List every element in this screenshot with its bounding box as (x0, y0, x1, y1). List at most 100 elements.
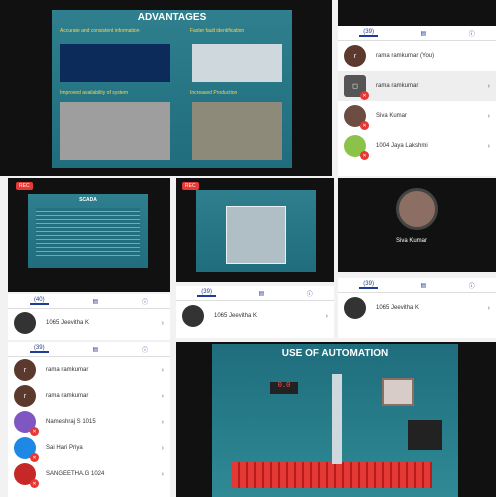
avatar: ✕ (344, 135, 369, 160)
info-icon[interactable]: ⓘ (142, 297, 148, 306)
slide-title: USE OF AUTOMATION (281, 348, 389, 359)
participant-name: Siva Kumar (396, 238, 428, 244)
list-item[interactable]: 1065 Jeevitha K › (338, 293, 496, 323)
slide-scada: SCADA (28, 194, 148, 268)
participant-name: SANGEETHA.G 1024 (46, 471, 105, 477)
participant-name: Nameshraj S 1015 (46, 419, 96, 425)
avatar: ✕ (344, 105, 369, 130)
chevron-right-icon[interactable]: › (488, 305, 490, 312)
slide-text: Accurate and consistent information (60, 28, 140, 34)
chevron-right-icon[interactable]: › (488, 143, 490, 150)
participant-name: Sai Hari Priya (46, 445, 83, 451)
panel-tabs: (40) ▤ ⓘ (8, 294, 170, 309)
list-item[interactable]: ✕ Nameshraj S 1015 › (8, 409, 170, 436)
panel-tabs: (39) ▤ ⓘ (338, 278, 496, 293)
chevron-right-icon[interactable]: › (162, 471, 164, 478)
chevron-right-icon[interactable]: › (162, 367, 164, 374)
mic-off-icon: ✕ (30, 479, 39, 488)
avatar (396, 188, 438, 230)
participant-panel-mid: (39) ▤ ⓘ 1065 Jeevitha K › (176, 286, 334, 338)
avatar: ✕ (14, 411, 39, 436)
level-gauges (408, 420, 442, 450)
fan-box (382, 378, 414, 406)
participant-name: rama ramkumar (You) (376, 53, 435, 59)
list-item[interactable]: r rama ramkumar (You) (338, 41, 496, 71)
avatar (344, 297, 366, 319)
slide-image (192, 102, 282, 160)
chevron-right-icon[interactable]: › (488, 83, 490, 90)
slide-advantages: ADVANTAGES Accurate and consistent infor… (52, 10, 292, 168)
video-tile: Siva Kumar (338, 178, 496, 272)
info-icon[interactable]: ⓘ (307, 289, 313, 298)
slide-text: Increased Production (190, 90, 238, 96)
participant-name: 1065 Jeevitha K (46, 320, 90, 326)
display-panel: 0.0 (270, 382, 298, 394)
participant-panel-bottom: (39) ▤ ⓘ r rama ramkumar › r rama ramkum… (8, 342, 170, 497)
list-item[interactable]: ✕ Siva Kumar › (338, 101, 496, 131)
chevron-right-icon[interactable]: › (162, 419, 164, 426)
avatar (182, 305, 204, 327)
list-item[interactable]: ✕ Sai Hari Priya › (8, 435, 170, 462)
chat-icon[interactable]: ▤ (92, 298, 98, 305)
chevron-right-icon[interactable]: › (488, 113, 490, 120)
participant-name: Siva Kumar (376, 113, 408, 119)
panel-top-bar (338, 0, 496, 26)
avatar: r (14, 385, 36, 407)
machine-tower (332, 374, 342, 464)
tab-participants[interactable]: (39) (197, 289, 216, 297)
chevron-right-icon[interactable]: › (162, 445, 164, 452)
chevron-right-icon[interactable]: › (162, 320, 164, 327)
slide-image (60, 102, 170, 160)
slide-image (60, 44, 170, 82)
participant-name: rama ramkumar (376, 83, 419, 89)
avatar: ✕ (14, 463, 39, 488)
chat-icon[interactable]: ▤ (92, 346, 98, 353)
slide-image (192, 44, 282, 82)
chat-icon[interactable]: ▤ (420, 282, 426, 289)
chevron-right-icon[interactable]: › (162, 393, 164, 400)
avatar: ◻ ✕ (344, 75, 369, 100)
list-item[interactable]: ◻ ✕ rama ramkumar › (338, 71, 496, 101)
avatar: r (344, 45, 366, 67)
avatar (14, 312, 36, 334)
chevron-right-icon[interactable]: › (326, 313, 328, 320)
slide-title: ADVANTAGES (137, 12, 207, 23)
participant-name: rama ramkumar (46, 393, 89, 399)
avatar: r (14, 359, 36, 381)
list-item[interactable]: ✕ 1004 Jaya Lakshmi › (338, 131, 496, 161)
mic-off-icon: ✕ (360, 121, 369, 130)
slide-text: Faster fault identification (190, 28, 245, 34)
participant-panel-top: (39) ▤ ⓘ r rama ramkumar (You) ◻ ✕ rama r… (338, 26, 496, 176)
info-icon[interactable]: ⓘ (142, 345, 148, 354)
participant-name: 1065 Jeevitha K (214, 313, 258, 319)
slide-control (196, 190, 316, 272)
tab-participants[interactable]: (39) (29, 345, 49, 353)
chat-icon[interactable]: ▤ (258, 290, 264, 297)
slide-automation: USE OF AUTOMATION 0.0 (212, 344, 458, 497)
control-diagram (226, 206, 286, 264)
slide-text: Improved availability of system (60, 90, 129, 96)
conveyor (232, 462, 432, 488)
participant-name: rama ramkumar (46, 367, 89, 373)
panel-tabs: (39) ▤ ⓘ (338, 26, 496, 41)
info-icon[interactable]: ⓘ (469, 281, 475, 290)
panel-tabs: (39) ▤ ⓘ (176, 286, 334, 301)
slide-body-lines (36, 208, 140, 258)
mic-off-icon: ✕ (360, 91, 369, 100)
info-icon[interactable]: ⓘ (469, 29, 475, 38)
avatar: ✕ (14, 437, 39, 462)
list-item[interactable]: r rama ramkumar › (8, 357, 170, 383)
participant-panel-left: (40) ▤ ⓘ 1065 Jeevitha K › (8, 294, 170, 340)
tab-participants[interactable]: (40) (29, 297, 49, 305)
rec-badge: REC (182, 182, 199, 190)
tab-participants[interactable]: (39) (359, 281, 378, 289)
panel-tabs: (39) ▤ ⓘ (8, 342, 170, 357)
slide-title: SCADA (79, 197, 97, 203)
chat-icon[interactable]: ▤ (420, 30, 426, 37)
list-item[interactable]: r rama ramkumar › (8, 383, 170, 409)
list-item[interactable]: 1065 Jeevitha K › (8, 309, 170, 337)
list-item[interactable]: 1065 Jeevitha K › (176, 301, 334, 331)
rec-badge: REC (16, 182, 33, 190)
tab-participants[interactable]: (39) (359, 29, 378, 37)
list-item[interactable]: ✕ SANGEETHA.G 1024 › (8, 461, 170, 488)
